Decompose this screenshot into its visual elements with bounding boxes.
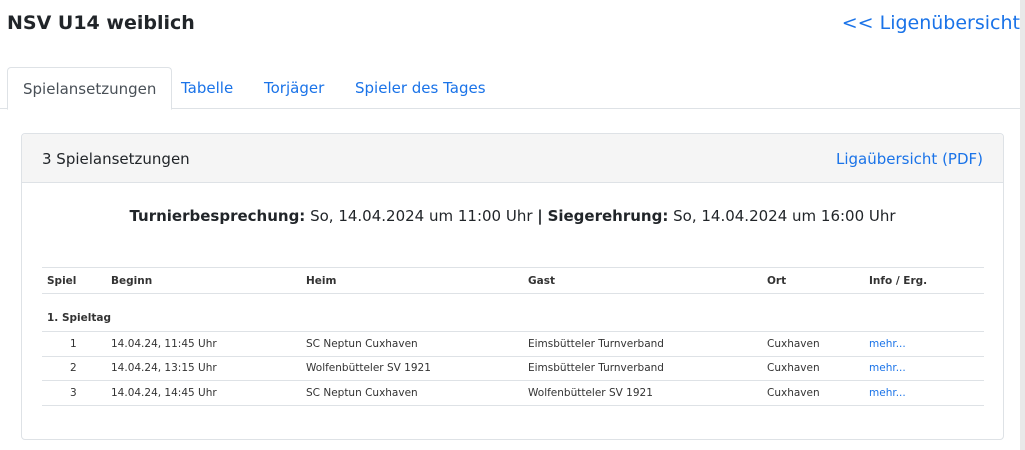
col-header-spiel: Spiel [42, 267, 106, 294]
ceremony-value: So, 14.04.2024 um 16:00 Uhr [673, 207, 896, 225]
group-row: 1. Spieltag [42, 305, 984, 332]
more-link[interactable]: mehr... [864, 380, 984, 406]
cell-heim: SC Neptun Cuxhaven [301, 380, 523, 406]
cell-ort: Cuxhaven [762, 331, 864, 357]
cell-spiel: 2 [42, 356, 106, 381]
briefing-value: So, 14.04.2024 um 11:00 Uhr [310, 207, 533, 225]
group-label: 1. Spieltag [42, 305, 984, 332]
col-header-ort: Ort [762, 267, 864, 294]
tab-bar: Spielansetzungen Tabelle Torjäger Spiele… [0, 67, 1020, 110]
tab-tabelle[interactable]: Tabelle [166, 67, 248, 109]
col-header-beginn: Beginn [106, 267, 301, 294]
cell-gast: Eimsbütteler Turnverband [523, 331, 762, 357]
tournament-info: Turnierbesprechung: So, 14.04.2024 um 11… [22, 207, 1003, 225]
cell-beginn: 14.04.24, 14:45 Uhr [106, 380, 301, 406]
table-row: 3 14.04.24, 14:45 Uhr SC Neptun Cuxhaven… [42, 380, 984, 406]
cell-spiel: 1 [42, 331, 106, 357]
cell-heim: Wolfenbütteler SV 1921 [301, 356, 523, 381]
cell-gast: Wolfenbütteler SV 1921 [523, 380, 762, 406]
more-link[interactable]: mehr... [864, 356, 984, 381]
col-header-heim: Heim [301, 267, 523, 294]
card-title: 3 Spielansetzungen [42, 150, 190, 168]
spacer-row [42, 294, 984, 306]
cell-ort: Cuxhaven [762, 356, 864, 381]
table-row: 1 14.04.24, 11:45 Uhr SC Neptun Cuxhaven… [42, 331, 984, 357]
vertical-scrollbar[interactable] [1020, 0, 1025, 450]
page-title: NSV U14 weiblich [7, 12, 195, 34]
col-header-gast: Gast [523, 267, 762, 294]
tab-spieler-des-tages[interactable]: Spieler des Tages [340, 67, 501, 109]
card-header: 3 Spielansetzungen Ligaübersicht (PDF) [22, 134, 1003, 183]
cell-spiel: 3 [42, 380, 106, 406]
tab-spielansetzungen[interactable]: Spielansetzungen [7, 67, 173, 110]
info-separator: | [537, 207, 543, 225]
table-header-row: Spiel Beginn Heim Gast Ort Info / Erg. [42, 267, 984, 294]
col-header-info: Info / Erg. [864, 267, 984, 294]
table-row: 2 14.04.24, 13:15 Uhr Wolfenbütteler SV … [42, 356, 984, 381]
games-table: Spiel Beginn Heim Gast Ort Info / Erg. 1… [42, 267, 984, 406]
cell-heim: SC Neptun Cuxhaven [301, 331, 523, 357]
league-overview-pdf-link[interactable]: Ligaübersicht (PDF) [836, 150, 983, 168]
ceremony-label: Siegerehrung: [547, 207, 669, 225]
schedule-card: 3 Spielansetzungen Ligaübersicht (PDF) T… [21, 133, 1004, 440]
cell-ort: Cuxhaven [762, 380, 864, 406]
more-link[interactable]: mehr... [864, 331, 984, 357]
back-to-league-overview-link[interactable]: << Ligenübersicht [842, 12, 1020, 34]
cell-gast: Eimsbütteler Turnverband [523, 356, 762, 381]
cell-beginn: 14.04.24, 11:45 Uhr [106, 331, 301, 357]
cell-beginn: 14.04.24, 13:15 Uhr [106, 356, 301, 381]
tab-torjaeger[interactable]: Torjäger [249, 67, 339, 109]
briefing-label: Turnierbesprechung: [129, 207, 306, 225]
